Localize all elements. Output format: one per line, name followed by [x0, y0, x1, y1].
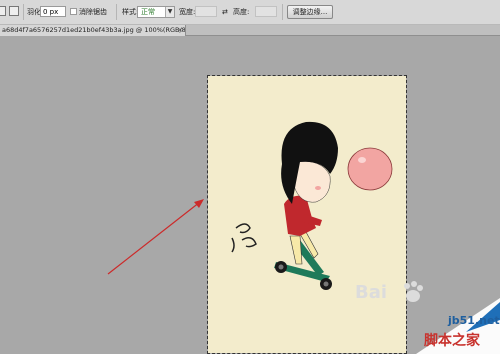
separator [282, 4, 283, 20]
selection-mode-icon[interactable] [9, 6, 19, 16]
options-bar: 羽化: 消除锯齿 样式: 正常 ▼ 宽度: ⇄ 高度: 调整边缘... [0, 0, 500, 25]
feather-input[interactable] [40, 6, 66, 17]
canvas-workspace: Bai jb51.net 脚本之家 [0, 36, 500, 354]
width-input[interactable] [195, 6, 217, 17]
baidu-watermark: Bai [355, 282, 388, 303]
style-select-value: 正常 [141, 8, 155, 16]
document-tab-bar: a68d4f7a6576257d1ed21b0ef43b3a.jpg @ 100… [0, 25, 500, 36]
chevron-down-icon: ▼ [165, 7, 174, 17]
width-label: 宽度: [179, 8, 196, 16]
height-input[interactable] [255, 6, 277, 17]
separator [23, 4, 24, 20]
antialias-checkbox[interactable] [70, 8, 77, 15]
document-tab[interactable]: a68d4f7a6576257d1ed21b0ef43b3a.jpg @ 100… [0, 25, 186, 36]
style-label: 样式: [122, 8, 139, 16]
tool-preset-icon[interactable] [0, 6, 6, 16]
swap-icon[interactable]: ⇄ [222, 6, 228, 18]
close-icon[interactable]: × [176, 26, 184, 34]
site-watermark: jb51.net [448, 314, 500, 327]
refine-edge-button[interactable]: 调整边缘... [287, 5, 333, 19]
separator [116, 4, 117, 20]
style-select[interactable]: 正常 ▼ [137, 6, 175, 18]
site-cn-watermark: 脚本之家 [424, 333, 480, 349]
height-label: 高度: [233, 8, 250, 16]
document-tab-title: a68d4f7a6576257d1ed21b0ef43b3a.jpg @ 100… [2, 26, 186, 34]
antialias-label: 消除锯齿 [79, 8, 107, 16]
